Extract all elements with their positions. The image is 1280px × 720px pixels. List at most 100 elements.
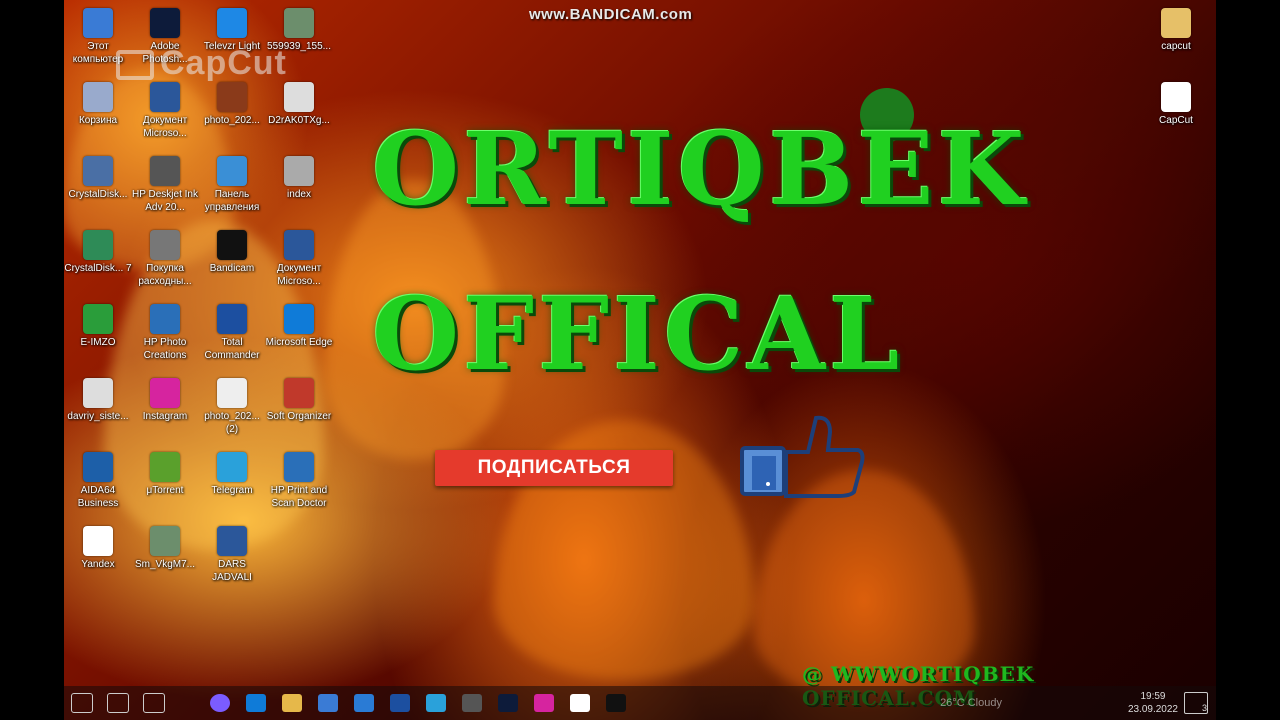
desktop-shortcut-label: DARS JADVALI: [212, 559, 252, 583]
shop-icon: [150, 230, 180, 260]
desktop-shortcut[interactable]: Total Commander: [198, 304, 266, 362]
desktop-shortcut[interactable]: davriy_siste...: [64, 378, 132, 423]
photoshop-icon: [150, 8, 180, 38]
index-file-icon: [284, 156, 314, 186]
save-icon: [390, 694, 410, 712]
subscribe-button[interactable]: ПОДПИСАТЬСЯ: [435, 450, 673, 486]
weather-text[interactable]: 26°C Cloudy: [940, 697, 1002, 709]
store-icon: [318, 694, 338, 712]
desktop-shortcut[interactable]: Microsoft Edge: [265, 304, 333, 349]
image-file-icon: [284, 8, 314, 38]
utorrent-icon: [150, 452, 180, 482]
taskbar-button[interactable]: [136, 686, 172, 720]
taskbar-button[interactable]: [418, 686, 454, 720]
desktop-shortcut[interactable]: CrystalDisk...: [64, 156, 132, 201]
desktop-shortcut[interactable]: Telegram: [198, 452, 266, 497]
channel-title-line1: ORTIQBEK: [372, 110, 1029, 228]
instagram-icon: [534, 694, 554, 712]
desktop-shortcut[interactable]: CapCut: [1142, 82, 1210, 127]
desktop-shortcut[interactable]: Документ Microso...: [131, 82, 199, 140]
desktop-shortcut[interactable]: capcut: [1142, 8, 1210, 53]
calculator-icon: [462, 694, 482, 712]
notification-icon[interactable]: 3: [1184, 692, 1208, 714]
desktop-shortcut[interactable]: Soft Organizer: [265, 378, 333, 423]
desktop-shortcut[interactable]: Корзина: [64, 82, 132, 127]
desktop-shortcut[interactable]: HP Photo Creations: [131, 304, 199, 362]
taskbar-apps: [64, 686, 634, 720]
notification-count: 3: [1201, 703, 1207, 713]
taskbar-button[interactable]: [454, 686, 490, 720]
photoshop-icon: [498, 694, 518, 712]
desktop-shortcut-label: Корзина: [78, 115, 118, 126]
clock[interactable]: 19:59 23.09.2022: [1122, 690, 1184, 716]
desktop-shortcut[interactable]: index: [265, 156, 333, 201]
printer-icon: [150, 156, 180, 186]
desktop-shortcut[interactable]: photo_202...: [198, 82, 266, 127]
instagram-icon: [150, 378, 180, 408]
desktop-shortcut-label: Total Commander: [204, 337, 260, 361]
edge-icon: [246, 694, 266, 712]
capcut-watermark-text: CapCut: [160, 44, 287, 82]
telegram-icon: [426, 694, 446, 712]
desktop-shortcut-label: Sm_VkgM7...: [134, 559, 196, 570]
desktop-shortcut-label: index: [287, 189, 311, 200]
aida64-icon: [83, 452, 113, 482]
desktop-shortcut[interactable]: Instagram: [131, 378, 199, 423]
search-icon: [107, 693, 129, 713]
clock-time: 19:59: [1140, 691, 1166, 702]
mail-icon: [354, 694, 374, 712]
crystaldisk-mark-icon: [83, 230, 113, 260]
yandex-icon: [570, 694, 590, 712]
desktop-shortcut[interactable]: AIDA64 Business: [64, 452, 132, 510]
capcut-icon: [1161, 82, 1191, 112]
desktop-shortcut-label: CrystalDisk...: [68, 189, 128, 200]
desktop-shortcut-label: E-IMZO: [80, 337, 116, 348]
taskbar-button[interactable]: [238, 686, 274, 720]
photo-icon: [217, 82, 247, 112]
desktop-shortcut[interactable]: D2rAK0TXg...: [265, 82, 333, 127]
desktop-shortcut[interactable]: CrystalDisk... 7: [64, 230, 132, 275]
desktop-shortcut-label: Instagram: [142, 411, 188, 422]
desktop-shortcut[interactable]: DARS JADVALI: [198, 526, 266, 584]
desktop-shortcut[interactable]: Покупка расходны...: [131, 230, 199, 288]
televzr-icon: [217, 8, 247, 38]
taskbar-button[interactable]: [100, 686, 136, 720]
desktop-shortcut[interactable]: photo_202... (2): [198, 378, 266, 436]
desktop-shortcut[interactable]: Sm_VkgM7...: [131, 526, 199, 571]
control-panel-icon: [217, 156, 247, 186]
taskbar-button[interactable]: [382, 686, 418, 720]
taskbar-button[interactable]: [526, 686, 562, 720]
word-doc-icon: [150, 82, 180, 112]
desktop-shortcut-label: D2rAK0TXg...: [268, 115, 330, 126]
desktop-shortcut[interactable]: Bandicam: [198, 230, 266, 275]
desktop-shortcut[interactable]: HP Print and Scan Doctor: [265, 452, 333, 510]
desktop-shortcut[interactable]: HP Deskjet Ink Adv 20...: [131, 156, 199, 214]
taskbar: 26°C Cloudy 19:59 23.09.2022 3: [64, 686, 1216, 720]
taskbar-button[interactable]: [598, 686, 634, 720]
pdf-icon: [217, 378, 247, 408]
like-thumb-icon: [740, 415, 865, 498]
desktop-shortcut[interactable]: Документ Microso...: [265, 230, 333, 288]
taskbar-button[interactable]: [202, 686, 238, 720]
taskbar-button[interactable]: [274, 686, 310, 720]
desktop-shortcut[interactable]: E-IMZO: [64, 304, 132, 349]
desktop-shortcut-label: AIDA64 Business: [77, 485, 119, 509]
desktop-shortcut-label: Покупка расходны...: [138, 263, 192, 287]
crystaldisk-icon: [83, 156, 113, 186]
desktop-shortcut[interactable]: Yandex: [64, 526, 132, 571]
telegram-icon: [217, 452, 247, 482]
desktop-shortcut-label: Soft Organizer: [266, 411, 332, 422]
desktop-shortcut[interactable]: Панель управления: [198, 156, 266, 214]
desktop: www.BANDICAM.com Этот компьютер Adobe Pho…: [64, 0, 1216, 720]
taskbar-button[interactable]: [490, 686, 526, 720]
taskbar-button[interactable]: [562, 686, 598, 720]
start-icon: [71, 693, 93, 713]
desktop-shortcut-label: photo_202...: [204, 115, 260, 126]
taskbar-button[interactable]: [346, 686, 382, 720]
channel-title-line2: OFFICAL: [372, 275, 904, 393]
desktop-shortcut[interactable]: μTorrent: [131, 452, 199, 497]
hp-photo-icon: [150, 304, 180, 334]
taskbar-button[interactable]: [64, 686, 100, 720]
eimzo-icon: [83, 304, 113, 334]
taskbar-button[interactable]: [310, 686, 346, 720]
